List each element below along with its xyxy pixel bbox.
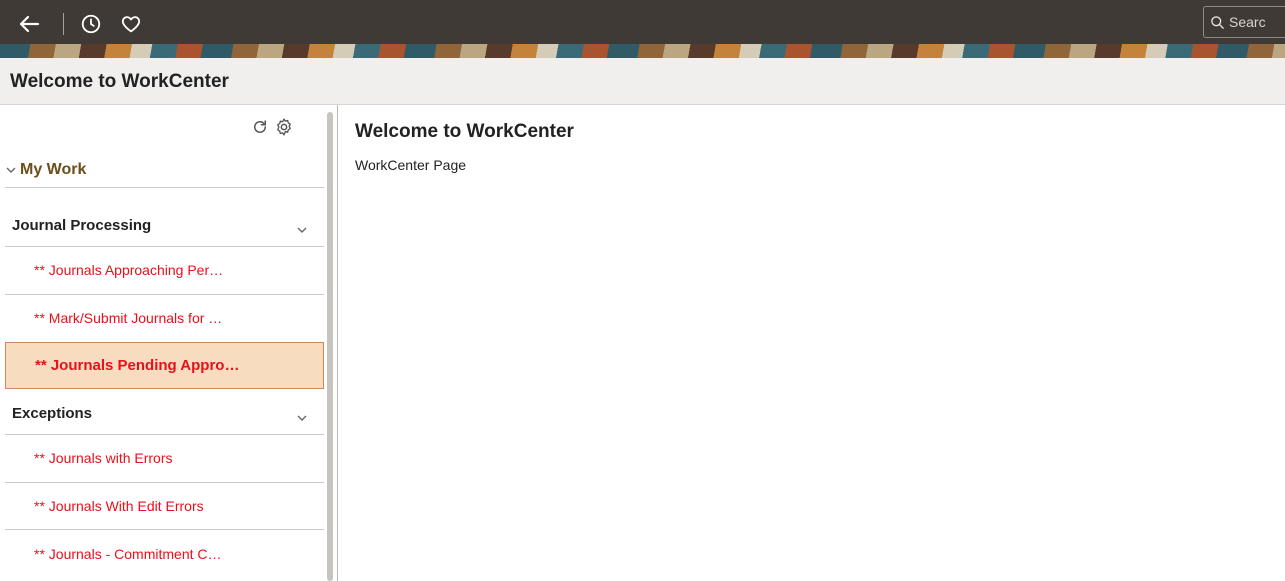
top-banner: Searc bbox=[0, 0, 1285, 58]
content-subtitle: WorkCenter Page bbox=[355, 157, 467, 173]
list-item-label: ** Mark/Submit Journals for … bbox=[34, 310, 223, 326]
main-content: Welcome to WorkCenter WorkCenter Page bbox=[338, 105, 1285, 581]
list-item-journals-with-errors[interactable]: ** Journals with Errors bbox=[5, 435, 324, 482]
favorites-button[interactable] bbox=[116, 9, 146, 39]
chevron-down-icon bbox=[6, 167, 16, 173]
history-icon bbox=[81, 14, 101, 34]
page-title-bar: Welcome to WorkCenter bbox=[0, 58, 1285, 105]
search-input[interactable]: Searc bbox=[1203, 6, 1285, 38]
search-icon bbox=[1211, 15, 1224, 29]
divider bbox=[5, 187, 324, 188]
list-item-journals-approaching[interactable]: ** Journals Approaching Per… bbox=[5, 247, 324, 294]
list-item-mark-submit-journals[interactable]: ** Mark/Submit Journals for … bbox=[5, 295, 324, 342]
left-panel-scrollbar[interactable] bbox=[327, 112, 333, 581]
page-title: Welcome to WorkCenter bbox=[10, 71, 229, 92]
my-work-label: My Work bbox=[20, 161, 87, 178]
content-title: Welcome to WorkCenter bbox=[355, 121, 574, 142]
refresh-button[interactable] bbox=[249, 116, 271, 138]
favorites-heart-icon bbox=[121, 16, 141, 33]
list-item-label: ** Journals with Errors bbox=[34, 450, 173, 466]
panel-toolbar bbox=[249, 115, 295, 139]
list-item-journals-with-edit-errors[interactable]: ** Journals With Edit Errors bbox=[5, 483, 324, 530]
list-item-label: ** Journals With Edit Errors bbox=[34, 498, 204, 514]
group-label: Exceptions bbox=[12, 405, 93, 422]
chevron-down-icon bbox=[297, 415, 307, 421]
group-label: Journal Processing bbox=[12, 217, 152, 234]
list-item-journals-pending-approval[interactable]: ** Journals Pending Appro… bbox=[5, 342, 324, 389]
list-item-label: ** Journals Pending Appro… bbox=[35, 357, 240, 374]
group-header-exceptions[interactable]: Exceptions bbox=[5, 397, 324, 432]
settings-button[interactable] bbox=[273, 116, 295, 138]
recent-places-button[interactable] bbox=[76, 9, 106, 39]
my-work-section-toggle[interactable]: My Work bbox=[5, 161, 86, 179]
list-item-label: ** Journals Approaching Per… bbox=[34, 262, 224, 278]
back-arrow-icon bbox=[19, 15, 40, 33]
list-item-label: ** Journals - Commitment C… bbox=[34, 546, 222, 562]
chevron-down-icon bbox=[297, 227, 307, 233]
list-item-journals-commitment[interactable]: ** Journals - Commitment C… bbox=[5, 531, 324, 578]
search-placeholder: Searc bbox=[1229, 14, 1266, 30]
divider bbox=[5, 529, 324, 530]
nav-separator bbox=[63, 13, 64, 35]
banner-artwork bbox=[0, 44, 1285, 58]
settings-gear-icon bbox=[277, 118, 291, 136]
back-button[interactable] bbox=[14, 9, 44, 39]
refresh-icon bbox=[254, 120, 266, 133]
group-header-journal-processing[interactable]: Journal Processing bbox=[5, 209, 324, 244]
workcenter-left-panel: My Work Journal Processing ** Journals A… bbox=[0, 105, 325, 581]
